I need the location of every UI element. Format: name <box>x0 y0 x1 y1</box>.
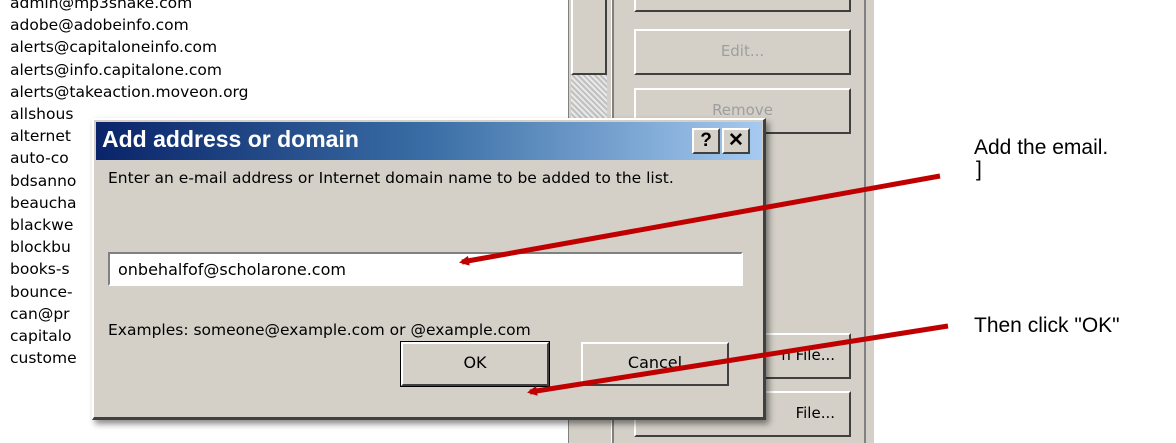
list-item[interactable]: alternet <box>10 125 71 147</box>
list-item[interactable]: alerts@takeaction.moveon.org <box>10 81 249 103</box>
list-item[interactable]: capitalo <box>10 325 72 347</box>
list-item[interactable]: bounce- <box>10 281 73 303</box>
scrollbar-thumb[interactable] <box>571 0 607 75</box>
window-edge <box>864 0 874 443</box>
list-item[interactable]: can@pr <box>10 303 70 325</box>
list-item[interactable]: blockbu <box>10 236 71 258</box>
list-item[interactable]: alerts@info.capitalone.com <box>10 59 222 81</box>
dialog-instruction: Enter an e-mail address or Internet doma… <box>108 169 674 187</box>
email-input[interactable] <box>108 252 743 286</box>
cancel-button[interactable]: Cancel <box>581 342 729 386</box>
dialog-title: Add address or domain <box>102 126 359 152</box>
annotation-step1: Add the email. <box>974 136 1109 159</box>
list-item[interactable]: books-s <box>10 258 70 280</box>
list-item[interactable]: beaucha <box>10 192 77 214</box>
annotation-step1-extra: ] <box>976 158 982 181</box>
examples-text: Examples: someone@example.com or @exampl… <box>108 321 531 339</box>
help-icon[interactable]: ? <box>692 128 720 154</box>
list-item[interactable]: blackwe <box>10 214 73 236</box>
add-button-partial[interactable] <box>634 0 851 12</box>
close-icon[interactable]: ✕ <box>722 128 750 154</box>
annotation-step2: Then click "OK" <box>974 314 1120 337</box>
ok-button[interactable]: OK <box>400 341 550 387</box>
list-item[interactable]: auto-co <box>10 147 69 169</box>
edit-button[interactable]: Edit... <box>634 29 851 75</box>
add-address-dialog: Add address or domain ? ✕ Enter an e-mai… <box>92 118 766 420</box>
list-item[interactable]: alerts@capitaloneinfo.com <box>10 36 217 58</box>
dialog-titlebar[interactable]: Add address or domain ? ✕ <box>96 122 762 160</box>
list-item[interactable]: admin@mp3shake.com <box>10 0 192 14</box>
list-item[interactable]: custome <box>10 347 77 369</box>
list-item[interactable]: bdsanno <box>10 170 76 192</box>
list-item[interactable]: adobe@adobeinfo.com <box>10 14 189 36</box>
list-item[interactable]: allshous <box>10 103 73 125</box>
